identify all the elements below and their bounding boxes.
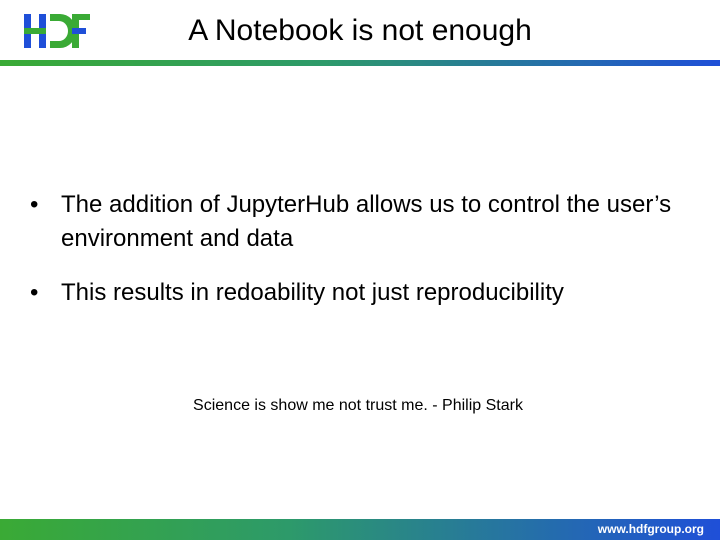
bullet-text: The addition of JupyterHub allows us to … [61, 191, 672, 252]
bullet-item: • The addition of JupyterHub allows us t… [30, 188, 690, 256]
bullet-text: This results in redoability not just rep… [61, 279, 564, 306]
bullet-list: • The addition of JupyterHub allows us t… [30, 188, 690, 330]
hdf-logo [24, 12, 90, 50]
bullet-item: • This results in redoability not just r… [30, 276, 690, 310]
bullet-dot-icon: • [30, 191, 39, 218]
footer-bar: www.hdfgroup.org [0, 519, 720, 540]
slide-title: A Notebook is not enough [188, 14, 532, 47]
quote-text: Science is show me not trust me. - Phili… [193, 397, 523, 414]
title-divider [0, 60, 720, 66]
footer-url: www.hdfgroup.org [597, 522, 704, 536]
bullet-dot-icon: • [30, 279, 39, 306]
